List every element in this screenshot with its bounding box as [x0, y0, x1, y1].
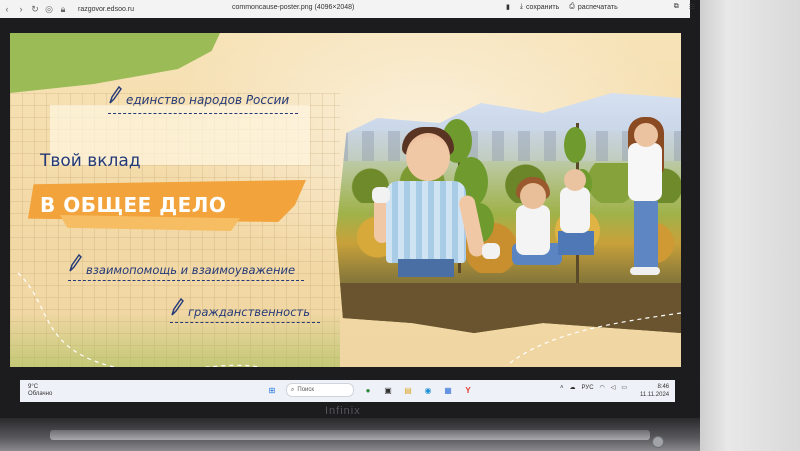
printer-icon: ⎙ — [569, 3, 575, 10]
language-indicator[interactable]: РУС — [582, 385, 594, 391]
boy-jeans — [398, 259, 454, 277]
browser-toolbar: ‹ › ↻ ◎ 🔒︎ razgovor.edsoo.ru commoncause… — [0, 0, 695, 18]
page-title: commoncause-poster.png (4096×2048) — [232, 4, 355, 11]
poster-title-line1: Твой вклад — [40, 151, 141, 171]
girl-shoes — [630, 267, 660, 275]
volume-icon[interactable]: ◁ — [611, 384, 616, 391]
widgets-icon[interactable]: ● — [362, 384, 374, 396]
dashed-curve — [17, 272, 261, 367]
cloud-icon[interactable]: ☁ — [570, 384, 576, 391]
weather-widget[interactable]: 9°C Облачно — [28, 384, 52, 398]
print-button[interactable]: ⎙ распечатать — [569, 3, 617, 11]
save-label: сохранить — [525, 3, 560, 11]
boy-face — [564, 169, 586, 191]
power-button — [652, 436, 664, 448]
extensions-icon[interactable]: ⧉ — [674, 3, 679, 11]
poster-image: единство народов России Твой вклад В ОБЩ… — [10, 33, 681, 367]
boy-jeans — [558, 231, 594, 255]
search-placeholder: Поиск — [297, 387, 315, 393]
boy-shirt — [560, 187, 590, 233]
tag-underline — [108, 113, 298, 114]
boy-face — [406, 133, 450, 181]
bookmark-icon[interactable]: ▮ — [506, 3, 510, 11]
wifi-icon[interactable]: ◠ — [600, 384, 605, 391]
edge-icon[interactable]: ◉ — [422, 384, 434, 396]
weather-desc: Облачно — [28, 391, 53, 397]
save-button[interactable]: ⤓ сохранить — [520, 3, 559, 11]
pencil-icon — [109, 85, 122, 104]
lock-icon: 🔒︎ — [60, 3, 66, 14]
boy-shirt — [386, 181, 466, 263]
print-label: распечатать — [577, 3, 618, 11]
weather-temp: 9°C — [28, 384, 39, 390]
girl-shirt — [516, 205, 550, 255]
windows-start-icon[interactable]: ⊞ — [266, 384, 278, 396]
back-icon[interactable]: ‹ — [0, 4, 14, 14]
windows-taskbar: 9°C Облачно ⊞ ⌕ Поиск ● ▣ ▤ ◉ ▦ Y ˄ ☁ РУ… — [20, 380, 675, 402]
girl-jeans — [634, 201, 658, 271]
clock-date: 11.11.2024 — [640, 392, 670, 398]
search-box[interactable]: ⌕ Поиск — [286, 383, 354, 397]
store-icon[interactable]: ▦ — [442, 384, 454, 396]
green-brush-stroke — [10, 33, 220, 93]
girl-face — [634, 123, 658, 147]
chevron-up-icon[interactable]: ˄ — [560, 385, 564, 391]
girl-shirt — [628, 143, 662, 201]
poster-title-line2: В ОБЩЕЕ ДЕЛО — [40, 193, 227, 217]
clock-time: 8:46 — [657, 384, 670, 390]
file-explorer-icon[interactable]: ▤ — [402, 384, 414, 396]
sapling-leaves — [564, 127, 586, 163]
task-view-icon[interactable]: ▣ — [382, 384, 394, 396]
address-bar[interactable]: razgovor.edsoo.ru — [78, 6, 134, 13]
shield-icon[interactable]: ◎ — [42, 4, 56, 15]
tag-unity: единство народов России — [126, 93, 290, 107]
dashed-curve — [510, 312, 681, 364]
clock[interactable]: 8:46 11.11.2024 — [640, 383, 669, 399]
glove — [482, 243, 500, 259]
yandex-browser-icon[interactable]: Y — [462, 384, 474, 396]
hinge-strip — [50, 430, 650, 440]
menu-icon[interactable]: ☰ — [689, 3, 695, 11]
reload-icon[interactable]: ↻ — [28, 4, 42, 15]
download-icon: ⤓ — [519, 3, 523, 10]
forward-icon[interactable]: › — [14, 4, 28, 14]
laptop-brand-logo: Infinix — [325, 405, 361, 417]
search-icon: ⌕ — [291, 386, 295, 393]
glove — [372, 187, 390, 203]
girl-face — [520, 183, 546, 209]
battery-icon[interactable]: ▭ — [621, 384, 627, 391]
